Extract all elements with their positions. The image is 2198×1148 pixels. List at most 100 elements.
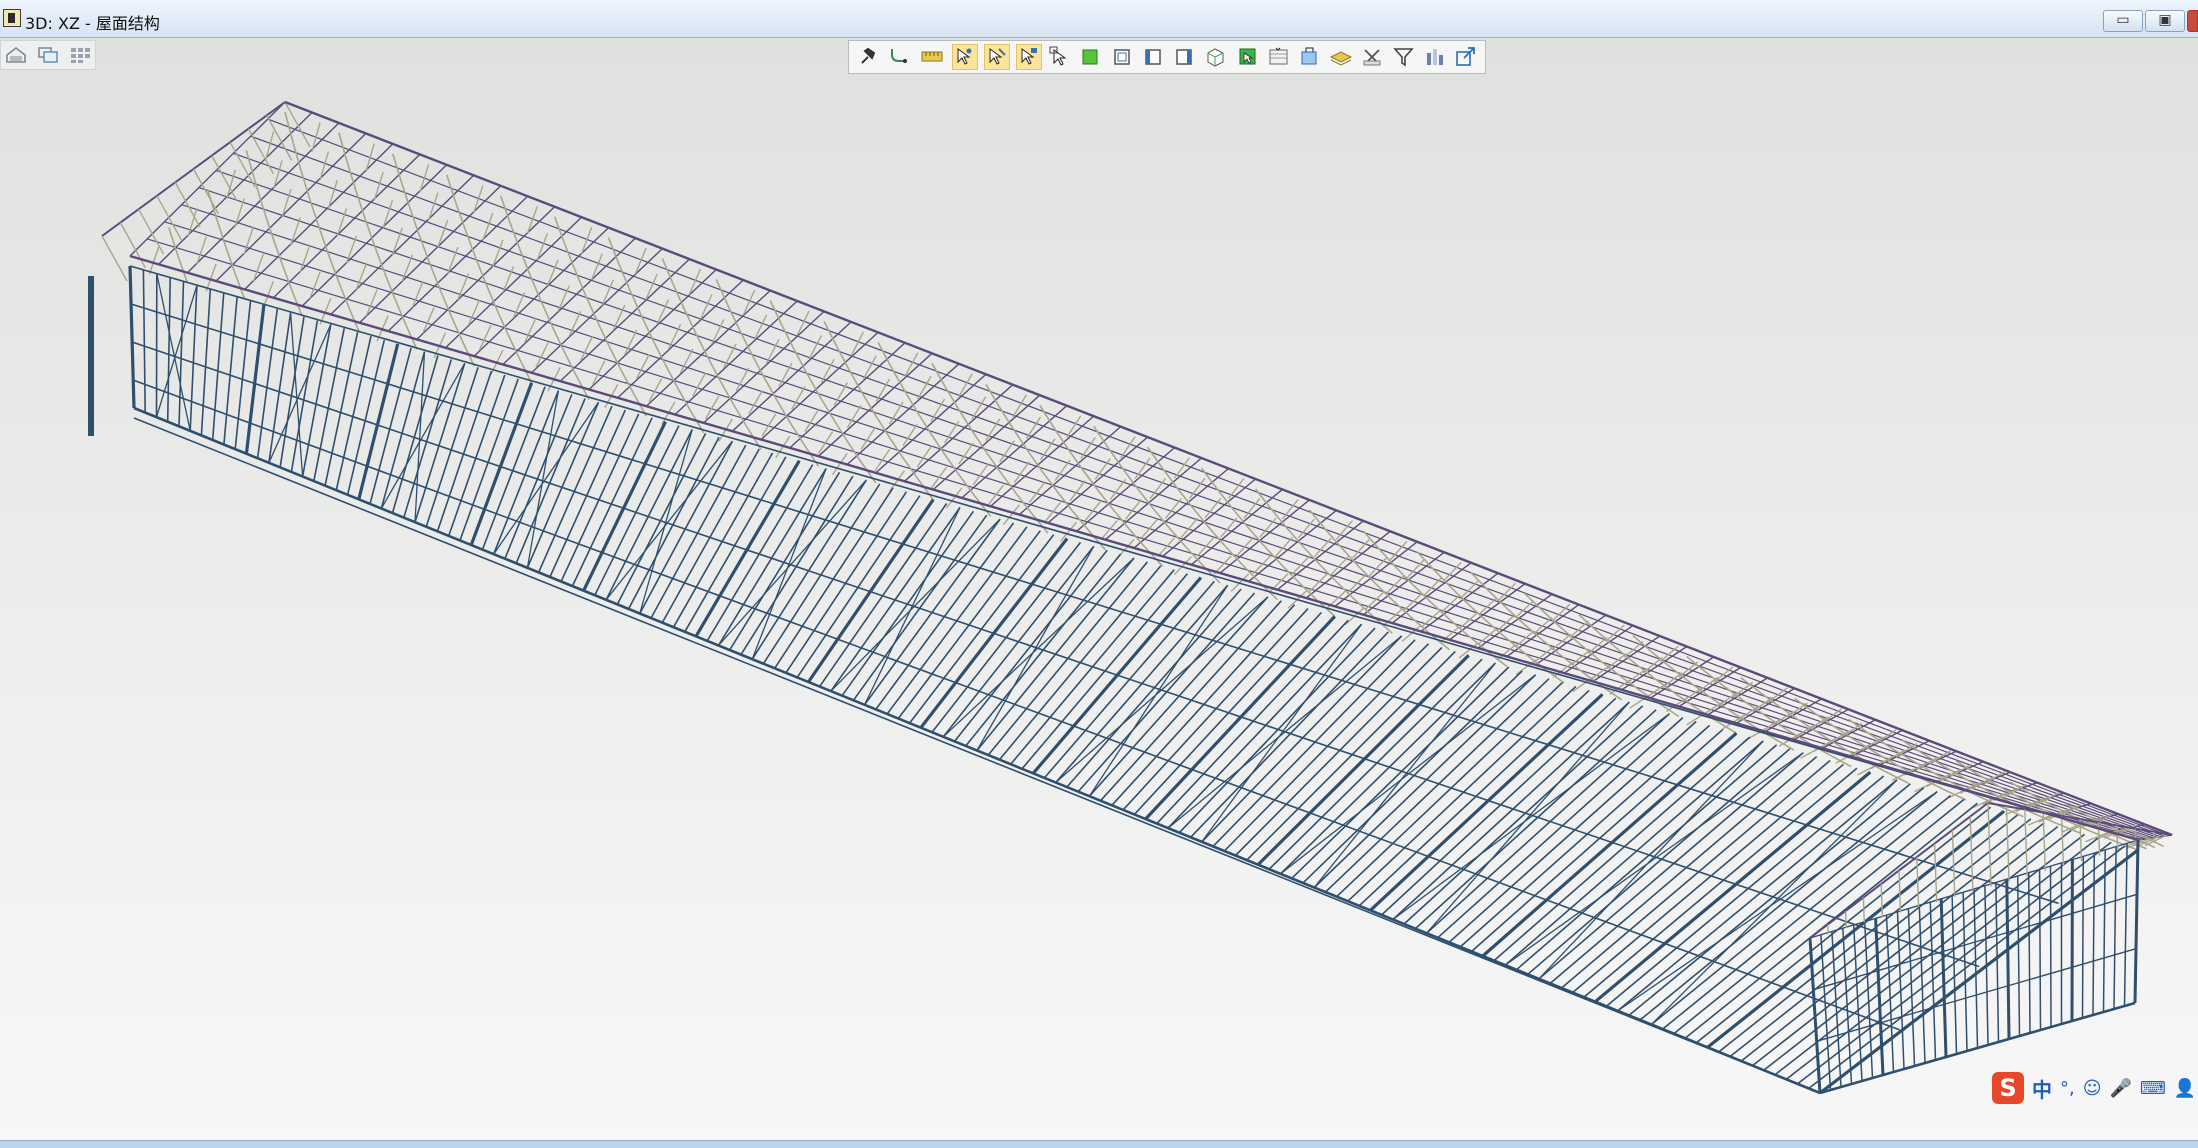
wall-brace <box>1504 752 1804 966</box>
eave-beam <box>129 254 2139 842</box>
gable-web <box>1898 870 1902 913</box>
truss-member <box>364 217 376 246</box>
wall-brace <box>1167 635 1403 829</box>
box-right-icon <box>1176 49 1192 65</box>
truss-member <box>148 246 160 275</box>
box-front-button[interactable] <box>1110 44 1135 70</box>
ime-mic-icon[interactable]: 🎤 <box>2110 1078 2132 1099</box>
wall-stud <box>774 487 894 669</box>
select-point-button[interactable] <box>951 44 978 70</box>
truss-member <box>464 229 477 258</box>
ime-emoji-icon[interactable]: ☺ <box>2083 1078 2102 1099</box>
box-left-icon <box>1145 49 1161 65</box>
wall-stud <box>762 483 881 665</box>
roof-rafter <box>1391 562 1472 624</box>
end-wall-stud <box>1995 882 2000 1043</box>
truss-member <box>591 253 603 280</box>
ime-keyboard-icon[interactable]: ⌨ <box>2140 1078 2166 1099</box>
window-stack-icon[interactable] <box>37 46 59 64</box>
select-object-button[interactable] <box>1048 44 1073 70</box>
layer-highlight-button[interactable] <box>1329 44 1354 70</box>
green-cube-button[interactable] <box>1235 44 1260 70</box>
truss-member <box>337 280 350 308</box>
wall-brace <box>155 285 198 418</box>
roof-rafter <box>330 174 475 315</box>
close-button[interactable] <box>2187 10 2198 32</box>
wall-stud <box>425 366 479 527</box>
box-iso-button[interactable] <box>1204 44 1229 70</box>
external-link-button[interactable] <box>1454 44 1479 70</box>
wall-stud <box>504 394 573 560</box>
wall-stud <box>684 456 787 633</box>
end-wall-stud <box>1962 892 1968 1052</box>
box-right-button[interactable] <box>1173 44 1198 70</box>
filter-button[interactable] <box>1391 44 1416 70</box>
roof-rafter <box>1305 530 1391 599</box>
box-left-button[interactable] <box>1141 44 1166 70</box>
ruler-button[interactable] <box>918 44 946 70</box>
roof-rafter <box>1506 604 1580 658</box>
wall-stud <box>492 390 560 555</box>
gable-web <box>2134 828 2137 846</box>
minimize-button[interactable]: ▭ <box>2103 10 2143 32</box>
gable-web <box>1862 897 1865 923</box>
ime-mode-toggle[interactable]: 中 <box>2032 1074 2052 1103</box>
truss-member <box>455 202 467 231</box>
roof-rafter <box>1449 583 1526 641</box>
ruler-icon <box>921 51 943 62</box>
pin-button[interactable] <box>855 44 880 70</box>
wall-stud <box>717 468 827 646</box>
solid-box-button[interactable] <box>1079 44 1104 70</box>
wall-stud <box>1212 639 1416 847</box>
sogou-logo-icon[interactable]: S <box>1992 1072 2024 1104</box>
snap-curve-icon <box>890 49 907 63</box>
truss-member <box>309 271 321 299</box>
gable-web <box>2005 806 2010 882</box>
3d-viewport[interactable] <box>0 38 2198 1140</box>
wall-brace <box>605 440 733 601</box>
truss-member <box>574 269 587 296</box>
clip-button[interactable] <box>1298 44 1323 70</box>
wall-rail <box>133 417 1821 1094</box>
wall-brace <box>526 390 560 568</box>
roof-rafter <box>416 206 556 340</box>
ime-punct-toggle[interactable]: °, <box>2060 1078 2075 1099</box>
select-edge-button[interactable] <box>983 44 1010 70</box>
wall-stud <box>178 281 185 427</box>
wall-stud <box>751 479 867 660</box>
home-view-icon[interactable] <box>5 46 27 64</box>
app-icon[interactable] <box>3 9 21 27</box>
ridge-beam <box>284 100 2173 837</box>
eraser-icon <box>1363 49 1381 66</box>
section-plane-button[interactable] <box>1266 44 1291 70</box>
wall-stud <box>526 401 600 569</box>
end-wall-stud <box>1885 915 1895 1073</box>
truss-member <box>400 182 412 211</box>
end-wall-stud <box>1918 905 1926 1064</box>
select-face-button[interactable] <box>1015 44 1042 70</box>
truss-member <box>290 216 301 246</box>
wall-stud <box>1662 794 1952 1030</box>
maximize-button[interactable]: ▣ <box>2145 10 2185 32</box>
wall-brace <box>1313 662 1496 888</box>
truss-member <box>419 164 430 193</box>
truss-member <box>492 239 504 267</box>
grid-tiles-icon[interactable] <box>69 46 91 64</box>
roof-purlin <box>215 169 2158 838</box>
snap-curve-button[interactable] <box>886 44 911 70</box>
pin-icon <box>860 47 875 64</box>
end-wall-stud <box>1907 908 1916 1067</box>
eraser-button[interactable] <box>1360 44 1385 70</box>
wall-stud <box>166 277 171 422</box>
solid-box-icon <box>1082 49 1098 65</box>
gable-web <box>1844 910 1847 928</box>
wall-brace <box>1088 584 1229 797</box>
truss-member <box>392 153 403 183</box>
bars-icon <box>1427 49 1444 65</box>
isolated-post[interactable] <box>88 276 94 436</box>
bars-button[interactable] <box>1423 44 1448 70</box>
ime-user-icon[interactable]: 👤 <box>2174 1078 2196 1099</box>
roof-rafter <box>1334 541 1418 607</box>
steel-frame-model[interactable] <box>0 38 2198 1140</box>
roof-rafter <box>1477 593 1553 649</box>
